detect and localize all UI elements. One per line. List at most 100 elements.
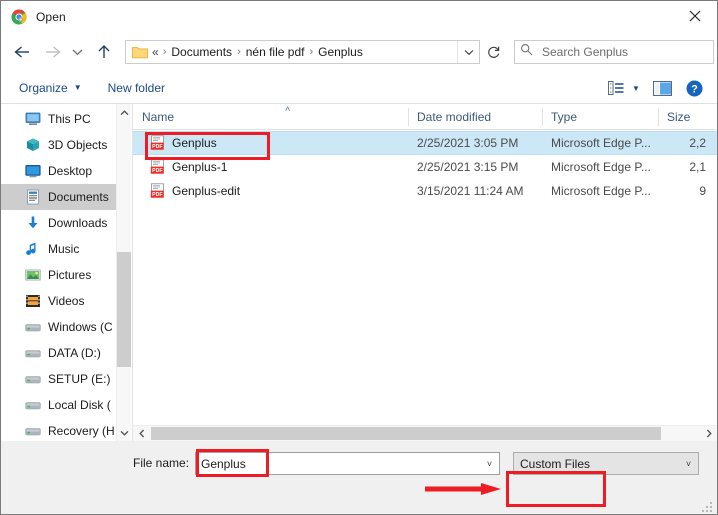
column-header-type[interactable]: Type: [542, 104, 658, 130]
file-name-cell: PDFGenplus-1: [133, 159, 408, 175]
file-name-text: Genplus: [172, 136, 217, 150]
breadcrumb-separator: ›: [232, 46, 246, 58]
chevron-left-icon[interactable]: [133, 426, 150, 441]
dialog-body: This PC 3D Objects Desktop Documents Downloa…: [1, 104, 717, 441]
sidebar-item-music[interactable]: Music: [1, 236, 117, 262]
sidebar-item-downloads[interactable]: Downloads: [1, 210, 117, 236]
chevron-down-icon[interactable]: ▼: [627, 84, 645, 93]
sidebar-item-label: DATA (D:): [48, 346, 101, 360]
chevron-right-icon[interactable]: [700, 426, 717, 441]
search-icon: [520, 43, 538, 61]
navigation-bar: « › Documents › nén file pdf › Genplus: [1, 32, 717, 72]
navigation-pane: This PC 3D Objects Desktop Documents Downloa…: [1, 104, 132, 441]
file-date-cell: 3/15/2021 11:24 AM: [408, 184, 542, 198]
drive-icon: [25, 345, 41, 361]
title-bar: Open: [1, 1, 717, 32]
new-folder-label: New folder: [108, 81, 165, 95]
arrow-left-icon[interactable]: [10, 40, 34, 64]
desktop-icon: [25, 163, 41, 179]
sidebar-scrollbar-thumb[interactable]: [117, 252, 132, 367]
breadcrumb-segment-genplus[interactable]: Genplus: [318, 45, 363, 59]
file-type-cell: Microsoft Edge P...: [542, 136, 658, 150]
column-header-size[interactable]: Size: [658, 104, 717, 130]
chevron-down-icon[interactable]: [68, 40, 86, 64]
file-date-cell: 2/25/2021 3:15 PM: [408, 160, 542, 174]
file-rows: PDFGenplus2/25/2021 3:05 PMMicrosoft Edg…: [133, 131, 717, 203]
file-name-cell: PDF Genplus: [133, 135, 408, 151]
chrome-logo-icon: [11, 9, 27, 25]
new-folder-button[interactable]: New folder: [102, 76, 171, 100]
window-title: Open: [36, 10, 66, 24]
dialog-footer: File name: Genplus ˅ Custom Files ˅ Open…: [1, 441, 717, 514]
table-row[interactable]: PDFGenplus-edit3/15/2021 11:24 AMMicroso…: [133, 179, 717, 203]
monitor-icon: [25, 111, 41, 127]
chevron-down-icon[interactable]: ˅: [480, 453, 499, 474]
file-name-input[interactable]: Genplus ˅: [195, 452, 500, 475]
organize-label: Organize: [19, 81, 68, 95]
svg-text:?: ?: [691, 83, 698, 95]
sidebar-item-3d-objects[interactable]: 3D Objects: [1, 132, 117, 158]
close-icon[interactable]: [672, 1, 717, 31]
sidebar-item-setup-e[interactable]: SETUP (E:): [1, 366, 117, 392]
column-header-name-label: Name: [142, 110, 174, 124]
preview-pane-icon[interactable]: [645, 81, 679, 96]
sidebar-item-videos[interactable]: Videos: [1, 288, 117, 314]
download-arrow-icon: [25, 215, 41, 231]
column-header-type-label: Type: [551, 110, 577, 124]
picture-icon: [25, 267, 41, 283]
table-row[interactable]: PDFGenplus2/25/2021 3:05 PMMicrosoft Edg…: [133, 131, 717, 155]
file-name-text: Genplus-edit: [172, 184, 240, 198]
sidebar-scrollbar[interactable]: [116, 104, 131, 441]
sidebar-item-label: Desktop: [48, 164, 92, 178]
sidebar-item-local-disk[interactable]: Local Disk (: [1, 392, 117, 418]
folder-icon: [132, 45, 148, 59]
resize-grip-icon[interactable]: [702, 500, 714, 512]
sidebar-item-recovery-h[interactable]: Recovery (H: [1, 418, 117, 441]
file-list-horizontal-scrollbar[interactable]: [133, 425, 717, 441]
documents-icon: [25, 189, 41, 205]
breadcrumb-segment-documents[interactable]: Documents: [171, 45, 232, 59]
chevron-down-icon[interactable]: [117, 424, 132, 441]
svg-text:PDF: PDF: [152, 192, 162, 198]
chevron-down-icon: ▼: [74, 83, 82, 92]
sidebar-item-documents[interactable]: Documents: [1, 184, 117, 210]
chevron-down-icon[interactable]: ˅: [679, 453, 698, 474]
breadcrumb-segment-nenfilepdf[interactable]: nén file pdf: [246, 45, 305, 59]
refresh-icon[interactable]: [482, 40, 506, 64]
file-name-value: Genplus: [201, 457, 246, 471]
sidebar-item-label: Local Disk (: [48, 398, 111, 412]
sidebar-item-label: SETUP (E:): [48, 372, 110, 386]
sidebar-item-data-d[interactable]: DATA (D:): [1, 340, 117, 366]
column-header-date-modified[interactable]: Date modified: [408, 104, 542, 130]
help-question-icon[interactable]: ?: [679, 80, 709, 97]
sidebar-item-label: 3D Objects: [48, 138, 107, 152]
arrow-up-icon[interactable]: [93, 40, 115, 64]
sidebar-list: This PC 3D Objects Desktop Documents Downloa…: [1, 106, 117, 441]
search-placeholder: Search Genplus: [542, 45, 628, 59]
search-input[interactable]: Search Genplus: [514, 40, 714, 64]
organize-button[interactable]: Organize ▼: [13, 76, 88, 100]
svg-text:PDF: PDF: [152, 144, 162, 150]
file-type-filter-select[interactable]: Custom Files ˅: [513, 452, 699, 475]
chevron-up-icon[interactable]: [117, 104, 132, 121]
sidebar-item-pictures[interactable]: Pictures: [1, 262, 117, 288]
svg-text:PDF: PDF: [152, 168, 162, 174]
music-note-icon: [25, 241, 41, 257]
breadcrumb[interactable]: « › Documents › nén file pdf › Genplus: [125, 40, 480, 64]
horizontal-scrollbar-thumb[interactable]: [151, 427, 661, 440]
chevron-down-icon[interactable]: [457, 41, 479, 63]
sidebar-item-desktop[interactable]: Desktop: [1, 158, 117, 184]
sidebar-item-label: Videos: [48, 294, 84, 308]
file-type-filter-value: Custom Files: [520, 457, 590, 471]
sidebar-item-windows-c[interactable]: Windows (C: [1, 314, 117, 340]
breadcrumb-overflow[interactable]: «: [152, 45, 159, 59]
sidebar-item-this-pc[interactable]: This PC: [1, 106, 117, 132]
column-header-name[interactable]: Name: [133, 104, 408, 130]
sidebar-item-label: Recovery (H: [48, 424, 115, 438]
file-size-cell: 9: [658, 184, 706, 198]
sidebar-item-label: Documents: [48, 190, 109, 204]
file-name-cell: PDF Genplus-edit: [133, 183, 408, 199]
view-list-icon[interactable]: [605, 81, 627, 95]
table-row[interactable]: PDFGenplus-12/25/2021 3:15 PMMicrosoft E…: [133, 155, 717, 179]
sidebar-item-label: Music: [48, 242, 79, 256]
